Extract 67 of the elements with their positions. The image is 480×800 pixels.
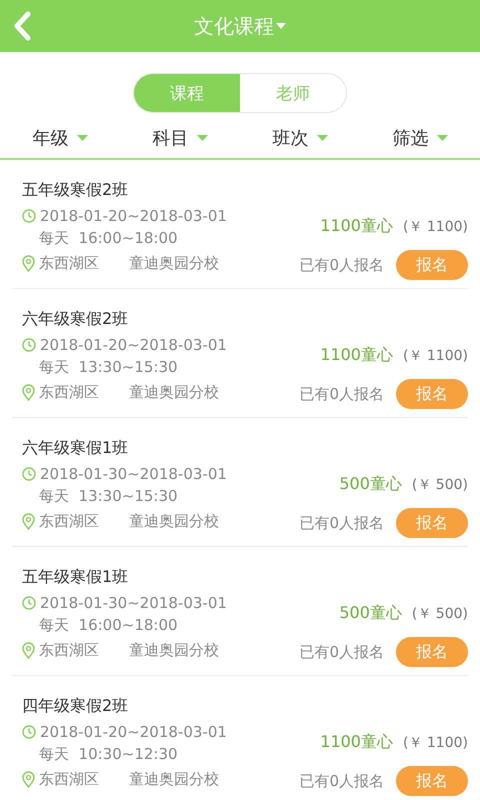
date-range: 2018-01-20~2018-03-01 [40,336,227,354]
course-title: 四年级寒假2班 [22,695,130,717]
filter-dropdown[interactable]: 科目 [152,126,188,150]
clock-icon [22,338,36,352]
enroll-button[interactable]: 报名 [396,637,468,667]
filter-dropdown[interactable]: 年级 [32,126,68,150]
price: 1100童心 [320,731,393,753]
course-title: 六年级寒假2班 [22,308,130,330]
course-title: 六年级寒假1班 [22,437,130,459]
clock-icon [22,467,36,481]
campus-name: 童迪奥园分校 [129,382,219,402]
district: 东西湖区 [39,382,99,402]
cash-price: (￥ 1100) [402,218,468,237]
date-range: 2018-01-20~2018-03-01 [40,207,227,225]
cash-price: (￥ 500) [412,605,468,624]
course-title: 五年级寒假2班 [22,179,130,201]
filter-dropdown[interactable]: 筛选 [392,126,428,150]
location-pin-icon [22,770,35,788]
course-title: 五年级寒假1班 [22,566,130,588]
campus-name: 童迪奥园分校 [129,512,219,530]
enrolled-count: 已有0人报名 [299,256,384,274]
schedule-time: 每天 16:00~18:00 [39,615,178,635]
caret-icon [76,135,88,141]
enrolled-count: 已有0人报名 [299,642,384,662]
cash-price: (￥ 1100) [402,347,468,366]
date-range: 2018-01-30~2018-03-01 [40,465,227,483]
enroll-button[interactable]: 报名 [396,379,468,409]
date-range: 2018-01-30~2018-03-01 [40,594,227,612]
cash-price: (￥ 500) [412,476,468,495]
campus-name: 童迪奥园分校 [129,770,219,788]
tab[interactable]: 课程 [134,74,240,112]
price: 500童心 [339,473,402,495]
schedule-time: 每天 16:00~18:00 [39,228,178,248]
clock-icon [22,725,36,739]
location-pin-icon [22,642,35,658]
location-pin-icon [22,512,35,530]
filter-dropdown[interactable]: 班次 [272,126,308,150]
enrolled-count: 已有0人报名 [299,384,384,404]
cash-price: (￥ 1100) [402,734,468,753]
caret-icon [196,135,208,141]
price: 1100童心 [320,215,393,237]
enrolled-count: 已有0人报名 [299,514,384,532]
clock-icon [22,209,36,223]
enroll-button[interactable]: 报名 [396,250,468,280]
district: 东西湖区 [39,512,99,530]
schedule-time: 每天 10:30~12:30 [39,744,178,764]
district: 东西湖区 [39,640,99,660]
campus-name: 童迪奥园分校 [129,254,219,272]
district: 东西湖区 [39,254,99,272]
campus-name: 童迪奥园分校 [129,640,219,660]
price: 500童心 [339,602,402,624]
district: 东西湖区 [39,770,99,788]
price: 1100童心 [320,344,393,366]
caret-icon [316,135,328,141]
schedule-time: 每天 13:30~15:30 [39,357,178,377]
enroll-button[interactable]: 报名 [396,766,468,796]
caret-icon [436,135,448,141]
schedule-time: 每天 13:30~15:30 [39,486,178,506]
clock-icon [22,596,36,610]
back-icon[interactable] [12,11,32,41]
date-range: 2018-01-20~2018-03-01 [40,723,227,741]
caret-icon[interactable] [276,23,286,29]
enroll-button[interactable]: 报名 [396,508,468,538]
page-title[interactable]: 文化课程 [194,12,274,40]
location-pin-icon [22,254,35,272]
location-pin-icon [22,384,35,400]
enrolled-count: 已有0人报名 [299,772,384,790]
